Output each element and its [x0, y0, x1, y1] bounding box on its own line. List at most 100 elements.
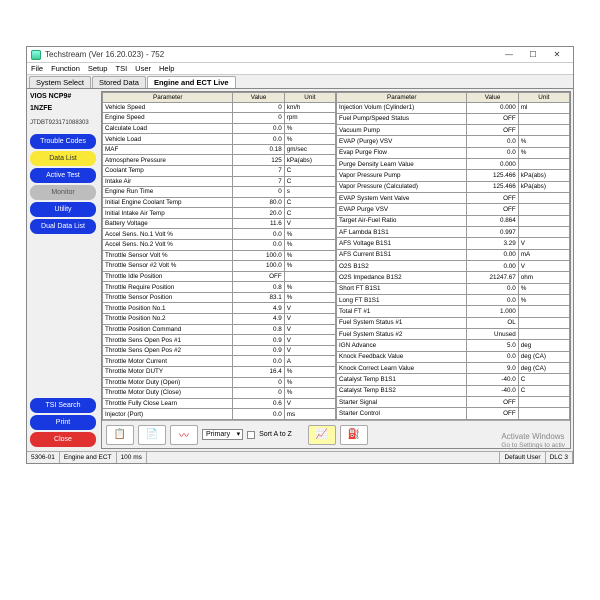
table-row[interactable]: AF Lambda B1S10.997 — [337, 227, 570, 238]
table-row[interactable]: Coolant Temp7C — [103, 165, 336, 176]
trouble-codes-button[interactable]: Trouble Codes — [30, 134, 96, 149]
col-parameter[interactable]: Parameter — [103, 93, 233, 103]
minimize-button[interactable]: — — [497, 48, 521, 62]
list-view-icon[interactable]: 📋 — [106, 425, 134, 445]
table-row[interactable]: Injection Volum (Cylinder1)0.000ml — [337, 102, 570, 113]
menu-user[interactable]: User — [135, 64, 151, 73]
table-row[interactable]: AFS Voltage B1S13.29V — [337, 238, 570, 249]
table-row[interactable]: O2S B1S20.00V — [337, 261, 570, 272]
table-row[interactable]: Vehicle Speed0km/h — [103, 102, 336, 113]
col-parameter[interactable]: Parameter — [337, 93, 467, 103]
table-row[interactable]: Fuel Pump/Speed StatusOFF — [337, 113, 570, 124]
table-row[interactable]: Target Air-Fuel Ratio0.864 — [337, 215, 570, 226]
table-row[interactable]: Fuel System Status #1OL — [337, 317, 570, 328]
table-row[interactable]: Throttle Position No.24.9V — [103, 314, 336, 325]
table-row[interactable]: Atmosphere Pressure125kPa(abs) — [103, 155, 336, 166]
table-row[interactable]: Long FT B1S10.0% — [337, 295, 570, 306]
table-row[interactable]: Starter SignalOFF — [337, 397, 570, 408]
utility-button[interactable]: Utility — [30, 202, 96, 217]
table-row[interactable]: Throttle Motor Duty (Open)0% — [103, 377, 336, 388]
table-row[interactable]: Throttle Sens Open Pos #20.9V — [103, 345, 336, 356]
table-row[interactable]: Engine Speed0rpm — [103, 113, 336, 124]
fuel-icon[interactable]: ⛽ — [340, 425, 368, 445]
tab-system-select[interactable]: System Select — [29, 76, 91, 88]
table-row[interactable]: Initial Intake Air Temp20.0C — [103, 208, 336, 219]
table-row[interactable]: EVAP Purge VSVOFF — [337, 204, 570, 215]
table-row[interactable]: IGN Advance5.0deg — [337, 340, 570, 351]
chart-red-icon[interactable]: 〰 — [170, 425, 198, 445]
close-button[interactable]: Close — [30, 432, 96, 447]
table-row[interactable]: Throttle Position Command0.8V — [103, 324, 336, 335]
unit-cell: V — [284, 398, 335, 409]
menu-help[interactable]: Help — [159, 64, 174, 73]
col-unit[interactable]: Unit — [518, 93, 569, 103]
table-row[interactable]: Total FT #11.000 — [337, 306, 570, 317]
active-test-button[interactable]: Active Test — [30, 168, 96, 183]
table-row[interactable]: Vacuum PumpOFF — [337, 125, 570, 136]
menu-function[interactable]: Function — [51, 64, 80, 73]
maximize-button[interactable]: ☐ — [521, 48, 545, 62]
table-row[interactable]: Throttle Idle PositionOFF — [103, 271, 336, 282]
table-row[interactable]: Throttle Sensor #2 Volt %100.0% — [103, 261, 336, 272]
table-row[interactable]: Knock Feedback Value0.0deg (CA) — [337, 351, 570, 362]
table-row[interactable]: Vehicle Load0.0% — [103, 134, 336, 145]
col-value[interactable]: Value — [467, 93, 518, 103]
data-list-button[interactable]: Data List — [30, 151, 96, 166]
table-row[interactable]: Throttle Position No.14.9V — [103, 303, 336, 314]
table-row[interactable]: Vapor Pressure Pump125.466kPa(abs) — [337, 170, 570, 181]
view-dropdown[interactable]: Primary — [202, 429, 243, 440]
table-row[interactable]: Accel Sens. No.1 Volt %0.0% — [103, 229, 336, 240]
table-row[interactable]: Fuel System Status #2Unused — [337, 329, 570, 340]
table-row[interactable]: Accel Sens. No.2 Volt %0.0% — [103, 240, 336, 251]
table-row[interactable]: Evap Purge Flow0.0% — [337, 147, 570, 158]
table-row[interactable]: Intake Air7C — [103, 176, 336, 187]
dual-data-list-button[interactable]: Dual Data List — [30, 219, 96, 234]
menu-tsi[interactable]: TSI — [115, 64, 127, 73]
close-window-button[interactable]: ✕ — [545, 48, 569, 62]
table-row[interactable]: Injector (Port)0.0ms — [103, 409, 336, 420]
table-row[interactable]: Battery Voltage11.6V — [103, 218, 336, 229]
value-cell: OL — [467, 317, 518, 328]
sort-checkbox[interactable] — [247, 431, 255, 439]
table-row[interactable]: Knock Correct Learn Value9.0deg (CA) — [337, 363, 570, 374]
menu-file[interactable]: File — [31, 64, 43, 73]
table-row[interactable]: O2S Impedance B1S221247.67ohm — [337, 272, 570, 283]
monitor-button[interactable]: Monitor — [30, 185, 96, 200]
table-row[interactable]: EVAP (Purge) VSV0.0% — [337, 136, 570, 147]
param-cell: Injector (Port) — [103, 409, 233, 420]
table-row[interactable]: AFS Current B1S10.00mA — [337, 249, 570, 260]
col-value[interactable]: Value — [233, 93, 284, 103]
table-row[interactable]: MAF0.18gm/sec — [103, 144, 336, 155]
table-row[interactable]: Catalyst Temp B1S2-40.0C — [337, 385, 570, 396]
table-row[interactable]: Initial Engine Coolant Temp80.0C — [103, 197, 336, 208]
table-row[interactable]: Starter ControlOFF — [337, 408, 570, 420]
param-cell: Throttle Position Command — [103, 324, 233, 335]
graph-icon[interactable]: 📈 — [308, 425, 336, 445]
table-row[interactable]: EVAP System Vent ValveOFF — [337, 193, 570, 204]
table-row[interactable]: Catalyst Temp B1S1-40.0C — [337, 374, 570, 385]
tab-stored-data[interactable]: Stored Data — [92, 76, 146, 88]
table-row[interactable]: Throttle Sensor Volt %100.0% — [103, 250, 336, 261]
table-row[interactable]: Throttle Sensor Position83.1% — [103, 292, 336, 303]
value-cell: 0 — [233, 102, 284, 113]
table-row[interactable]: Throttle Motor Current0.0A — [103, 356, 336, 367]
table-row[interactable]: Purge Density Learn Value0.000 — [337, 159, 570, 170]
print-button[interactable]: Print — [30, 415, 96, 430]
tab-engine-ect-live[interactable]: Engine and ECT Live — [147, 76, 236, 88]
table-row[interactable]: Vapor Pressure (Calculated)125.466kPa(ab… — [337, 181, 570, 192]
param-cell: Knock Feedback Value — [337, 351, 467, 362]
table-row[interactable]: Engine Run Time0s — [103, 187, 336, 198]
table-row[interactable]: Throttle Motor DUTY16.4% — [103, 366, 336, 377]
detail-view-icon[interactable]: 📄 — [138, 425, 166, 445]
tsi-search-button[interactable]: TSI Search — [30, 398, 96, 413]
table-row[interactable]: Short FT B1S10.0% — [337, 283, 570, 294]
table-row[interactable]: Throttle Sens Open Pos #10.9V — [103, 335, 336, 346]
col-unit[interactable]: Unit — [284, 93, 335, 103]
table-row[interactable]: Throttle Motor Duty (Close)0% — [103, 388, 336, 399]
unit-cell: ms — [284, 409, 335, 420]
table-row[interactable]: Throttle Fully Close Learn0.6V — [103, 398, 336, 409]
menu-setup[interactable]: Setup — [88, 64, 108, 73]
value-cell: 0 — [233, 377, 284, 388]
table-row[interactable]: Calculate Load0.0% — [103, 123, 336, 134]
table-row[interactable]: Throttle Require Position0.8% — [103, 282, 336, 293]
